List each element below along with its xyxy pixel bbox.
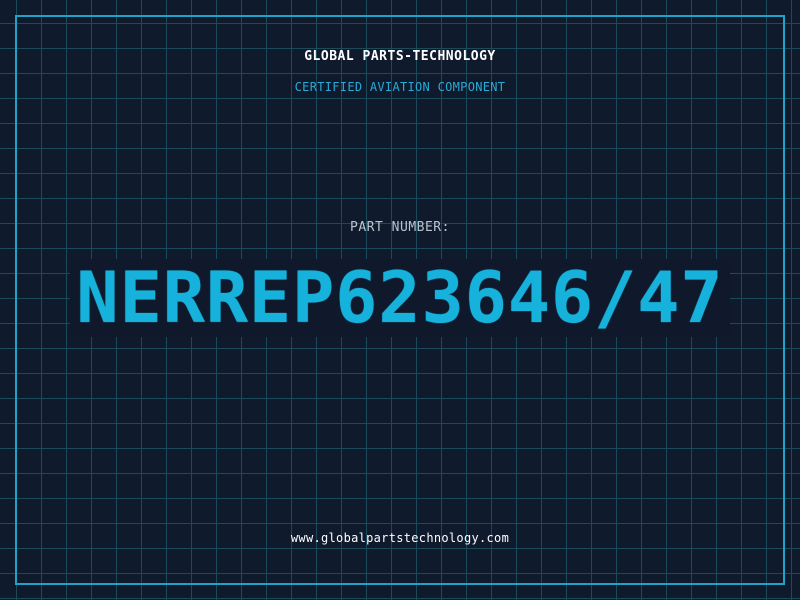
part-number-value: NERREP623646/47 xyxy=(70,259,730,337)
website-url: www.globalpartstechnology.com xyxy=(290,531,510,545)
company-name: GLOBAL PARTS-TECHNOLOGY xyxy=(304,49,496,64)
tagline: CERTIFIED AVIATION COMPONENT xyxy=(294,80,506,94)
label-canvas: GLOBAL PARTS-TECHNOLOGY CERTIFIED AVIATI… xyxy=(0,0,800,600)
part-number-label: PART NUMBER: xyxy=(350,220,450,235)
part-number-container: NERREP623646/47 xyxy=(0,258,800,338)
